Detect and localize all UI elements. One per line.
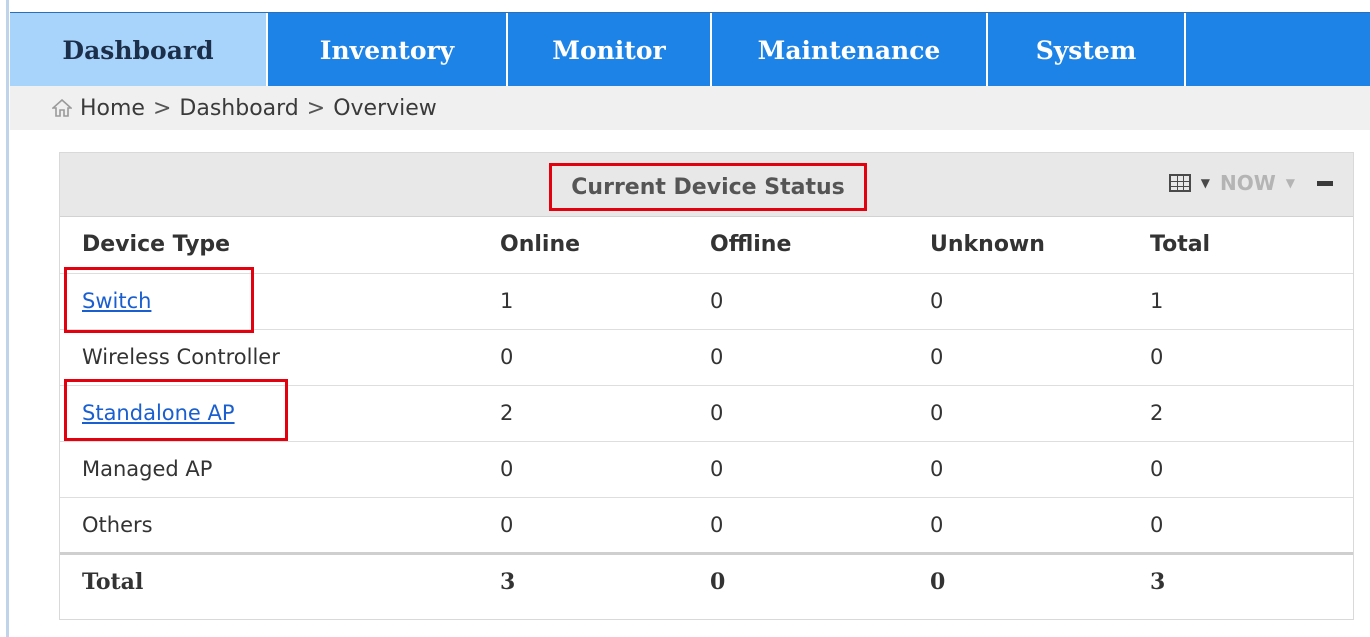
table-row: Managed AP 0 0 0 0 [60,440,1353,497]
column-header-online: Online [500,232,581,258]
online-cell: 0 [500,496,710,553]
table-grid-icon[interactable] [1168,174,1191,192]
tab-inventory[interactable]: Inventory [268,13,508,87]
tab-monitor[interactable]: Monitor [508,13,712,87]
home-icon[interactable] [52,99,80,117]
tab-maintenance[interactable]: Maintenance [712,13,988,87]
panel-title: Current Device Status [549,163,867,211]
panel-header: Current Device Status ▼ NOW ▼ [60,153,1353,217]
grand-total-cell: 3 [1150,551,1353,609]
online-cell: 0 [500,328,710,385]
device-type-cell: Others [60,496,500,553]
breadcrumb: Home > Dashboard > Overview [10,86,1370,130]
tab-dashboard[interactable]: Dashboard [10,13,268,87]
standalone-ap-link-wrapper: Standalone AP [64,379,288,441]
online-cell: 1 [500,272,710,329]
device-type-cell: Switch [60,267,500,333]
offline-cell: 0 [710,328,930,385]
panel-tools: ▼ NOW ▼ [1168,171,1333,195]
unknown-cell: 0 [930,384,1150,441]
offline-cell: 0 [710,384,930,441]
total-label-cell: Total [60,551,500,609]
device-status-table: Device Type Online Offline Unknown Total… [60,217,1353,609]
online-cell: 2 [500,384,710,441]
table-row: Switch 1 0 0 1 [60,267,1353,333]
tab-system[interactable]: System [988,13,1186,87]
standalone-ap-link[interactable]: Standalone AP [82,401,235,425]
column-header-offline: Offline [710,232,792,258]
offline-cell: 0 [710,440,930,497]
breadcrumb-separator: > [306,95,326,121]
device-type-cell: Standalone AP [60,379,500,441]
chevron-down-icon[interactable]: ▼ [1286,176,1295,190]
switch-link[interactable]: Switch [82,289,151,313]
unknown-cell: 0 [930,496,1150,553]
breadcrumb-home[interactable]: Home [80,96,145,121]
table-total-row: Total 3 0 0 3 [60,551,1353,609]
online-cell: 0 [500,440,710,497]
offline-total-cell: 0 [710,551,930,609]
device-status-panel: Current Device Status ▼ NOW ▼ Device Typ… [59,152,1354,620]
unknown-cell: 0 [930,440,1150,497]
total-cell: 1 [1150,272,1353,329]
offline-cell: 0 [710,272,930,329]
minimize-icon[interactable] [1317,180,1333,186]
total-cell: 0 [1150,496,1353,553]
online-total-cell: 3 [500,551,710,609]
table-header-row: Device Type Online Offline Unknown Total [60,217,1353,273]
breadcrumb-overview: Overview [333,95,437,121]
total-cell: 2 [1150,384,1353,441]
breadcrumb-separator: > [152,95,172,121]
switch-link-wrapper: Switch [64,267,254,333]
total-cell: 0 [1150,440,1353,497]
unknown-cell: 0 [930,328,1150,385]
column-header-total: Total [1150,232,1211,258]
unknown-cell: 0 [930,272,1150,329]
device-type-cell: Wireless Controller [60,328,500,385]
tab-bar-filler [1186,13,1370,86]
device-type-cell: Managed AP [60,440,500,497]
table-row: Standalone AP 2 0 0 2 [60,379,1353,441]
chevron-down-icon[interactable]: ▼ [1201,176,1210,190]
breadcrumb-dashboard[interactable]: Dashboard [179,96,298,121]
main-tab-bar: Dashboard Inventory Monitor Maintenance … [10,12,1370,87]
offline-cell: 0 [710,496,930,553]
table-row: Others 0 0 0 0 [60,496,1353,553]
unknown-total-cell: 0 [930,551,1150,609]
column-header-device-type: Device Type [82,232,231,258]
total-cell: 0 [1150,328,1353,385]
column-header-unknown: Unknown [930,232,1045,258]
left-rail [0,0,9,637]
time-range-dropdown[interactable]: NOW [1220,171,1276,195]
table-row: Wireless Controller 0 0 0 0 [60,328,1353,385]
